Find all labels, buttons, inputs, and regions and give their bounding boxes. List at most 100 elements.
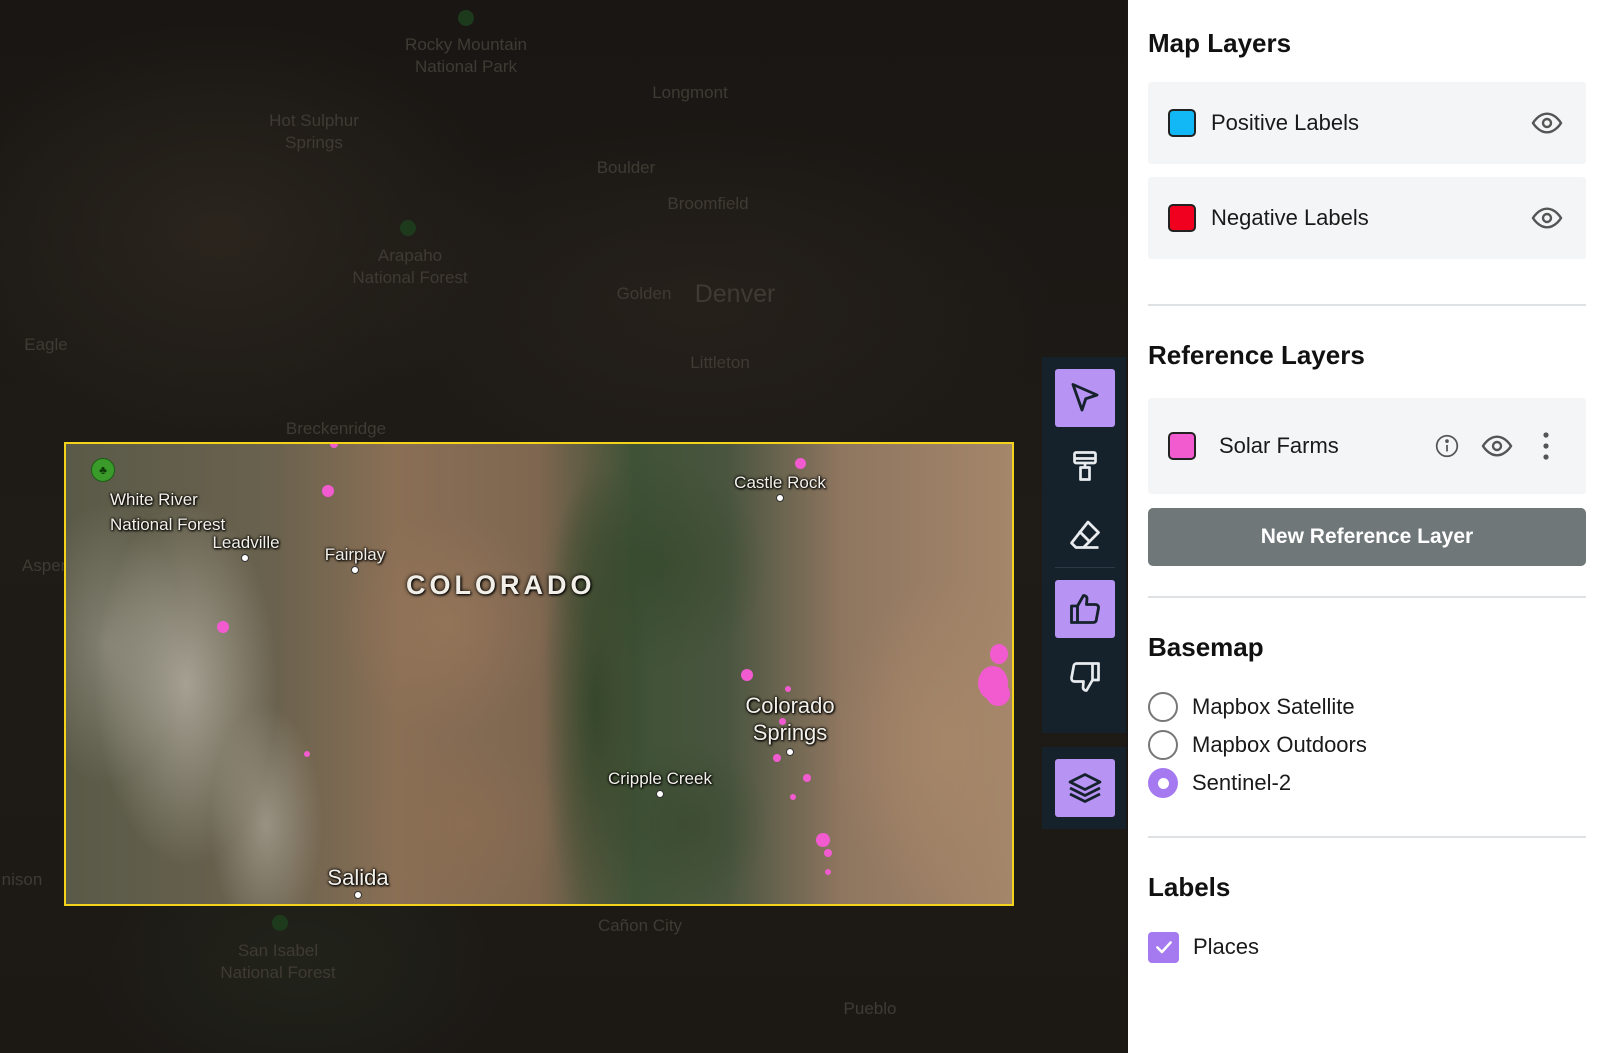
solar-farm-marker[interactable] [779,718,786,725]
map-label-longmont: Longmont [652,83,728,102]
checkbox-checked[interactable] [1148,931,1179,963]
labels-option-places[interactable]: Places [1148,930,1259,964]
positive-layer-label: Positive Labels [1211,110,1359,135]
kebab-menu-icon[interactable] [1529,429,1563,463]
solar-farm-marker[interactable] [330,444,338,448]
map-layers-title: Map Layers [1148,28,1292,58]
solar-farm-marker[interactable] [990,644,1008,664]
solar-farm-marker[interactable] [322,485,334,497]
toolbar-divider [1055,567,1115,568]
city-dot [786,748,794,756]
select-tool-button[interactable] [1055,369,1115,427]
solar-farm-marker[interactable] [773,754,781,762]
new-reference-layer-button[interactable]: New Reference Layer [1148,508,1586,566]
map-label-denver: Denver [694,280,776,308]
basemap-option-label: Mapbox Outdoors [1192,732,1367,757]
solar-farm-marker[interactable] [741,669,753,681]
area-of-interest[interactable]: ♣ White River National Forest Castle Rock… [64,442,1014,906]
drawing-toolbar [1042,357,1126,733]
map-label-san-isabel: San Isabel National Forest [220,941,336,982]
city-dot [354,891,362,899]
checkmark-icon [1155,941,1172,954]
eraser-icon [1070,520,1100,549]
radio-button[interactable] [1148,692,1178,722]
basemap-option-outdoors[interactable]: Mapbox Outdoors [1148,728,1367,762]
park-icon [272,915,288,931]
city-dot [351,566,359,574]
solar-farm-marker[interactable] [304,751,310,757]
layers-toggle-button[interactable] [1055,759,1115,817]
solar-farm-marker[interactable] [816,833,830,847]
basemap-option-sentinel[interactable]: Sentinel-2 [1148,766,1291,800]
basemap-title: Basemap [1148,632,1264,662]
map-label-pueblo: Pueblo [843,999,897,1018]
map-label-aspen: Aspen [21,556,71,575]
eraser-tool-button[interactable] [1055,505,1115,563]
thumbs-up-icon [1070,594,1100,624]
solar-farm-marker[interactable] [785,686,791,692]
map-label-white-river: White River National Forest [110,490,226,534]
solar-farm-marker[interactable] [790,794,796,800]
map-label-breckenridge: Breckenridge [285,419,387,438]
city-dot [656,790,664,798]
map-label-fairplay: Fairplay [324,545,386,564]
map-label-eagle: Eagle [24,335,68,354]
park-icon [458,10,474,26]
radio-button[interactable] [1148,730,1178,760]
layers-icon [1068,773,1102,803]
negative-label-tool-button[interactable] [1055,648,1115,706]
basemap-option-satellite[interactable]: Mapbox Satellite [1148,690,1355,724]
map-label-leadville: Leadville [212,533,280,552]
layer-row-negative[interactable]: Negative Labels [1148,177,1586,259]
map-label-state: COLORADO [406,570,596,600]
negative-color-swatch [1168,204,1196,232]
radio-button-selected[interactable] [1148,768,1178,798]
layer-row-positive[interactable]: Positive Labels [1148,82,1586,164]
map-label-arapaho: Arapaho National Forest [352,246,468,287]
eye-icon[interactable] [1480,429,1514,463]
layers-panel: Map Layers Positive Labels Negative Labe… [1128,0,1600,1053]
section-divider [1148,836,1586,838]
map-label-castle-rock: Castle Rock [734,473,826,492]
section-divider [1148,596,1586,598]
map-label-colorado-springs: Colorado Springs [745,693,835,745]
map-label-canon-city: Cañon City [597,916,683,935]
solar-farm-marker[interactable] [803,774,811,782]
places-label: Places [1193,934,1260,959]
positive-label-tool-button[interactable] [1055,580,1115,638]
solar-farm-marker[interactable] [825,869,831,875]
solar-farm-marker[interactable] [986,682,1010,706]
thumbs-down-icon [1070,662,1100,692]
map-label-broomfield: Broomfield [667,194,749,213]
eye-icon[interactable] [1530,201,1564,235]
info-icon[interactable] [1430,429,1464,463]
map-label-cripple-creek: Cripple Creek [608,769,712,788]
map-label-gunnison: nison [1,870,43,889]
map-canvas[interactable]: Rocky Mountain National Park Longmont Hot… [0,0,1126,1053]
layers-toolbar [1042,747,1126,829]
negative-layer-label: Negative Labels [1211,205,1369,230]
map-label-boulder: Boulder [596,158,656,177]
solar-farm-marker[interactable] [824,849,832,857]
labels-title: Labels [1148,872,1231,902]
map-label-rocky-mountain: Rocky Mountain National Park [405,35,527,76]
section-divider [1148,304,1586,306]
solar-farm-marker[interactable] [795,458,806,469]
solar-farms-color-swatch [1168,432,1196,460]
forest-icon: ♣ [91,458,115,482]
city-dot [776,494,784,502]
map-label-hot-sulphur: Hot Sulphur Springs [269,111,359,152]
paint-roller-icon [1073,451,1097,481]
positive-color-swatch [1168,109,1196,137]
park-icon [400,220,416,236]
city-dot [241,554,249,562]
solar-farm-marker[interactable] [217,621,229,633]
layer-row-solar-farms[interactable]: Solar Farms [1148,398,1586,494]
reference-layers-title: Reference Layers [1148,340,1365,370]
map-label-salida: Salida [327,865,389,890]
map-label-littleton: Littleton [690,353,750,372]
cursor-arrow-icon [1071,383,1099,412]
basemap-option-label: Sentinel-2 [1192,770,1292,795]
eye-icon[interactable] [1530,106,1564,140]
paint-tool-button[interactable] [1055,437,1115,495]
